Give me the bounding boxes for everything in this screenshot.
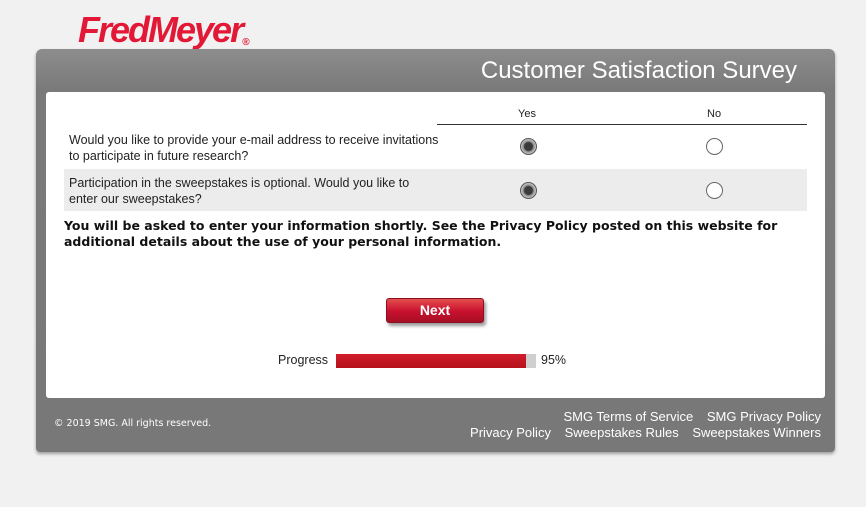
footer-links: SMG Terms of Service SMG Privacy Policy …	[460, 409, 821, 441]
column-divider	[437, 124, 807, 125]
footer-links-row-1: SMG Terms of Service SMG Privacy Policy	[460, 409, 821, 425]
survey-card: Customer Satisfaction Survey Yes No Woul…	[36, 49, 835, 452]
link-smg-privacy[interactable]: SMG Privacy Policy	[707, 409, 821, 424]
link-smg-terms[interactable]: SMG Terms of Service	[563, 409, 693, 424]
fredmeyer-logo: FredMeyer®	[78, 12, 249, 48]
next-button[interactable]: Next	[386, 298, 484, 323]
question-row-sweepstakes: Participation in the sweepstakes is opti…	[64, 169, 807, 211]
copyright-text: © 2019 SMG. All rights reserved.	[54, 418, 212, 429]
question-text: Would you like to provide your e-mail ad…	[69, 133, 439, 163]
progress-label: Progress	[278, 353, 329, 367]
link-privacy-policy[interactable]: Privacy Policy	[470, 425, 551, 440]
progress-value: 95%	[541, 353, 567, 367]
privacy-notice: You will be asked to enter your informat…	[64, 218, 778, 249]
radio-email-yes[interactable]	[520, 138, 537, 155]
logo-text: FredMeyer	[78, 9, 244, 50]
progress-bar	[336, 354, 536, 368]
progress-bar-fill	[336, 354, 526, 368]
link-sweepstakes-rules[interactable]: Sweepstakes Rules	[565, 425, 679, 440]
radio-email-no[interactable]	[706, 138, 723, 155]
page-title: Customer Satisfaction Survey	[480, 57, 797, 84]
registered-mark: ®	[242, 37, 250, 48]
question-row-email: Would you like to provide your e-mail ad…	[64, 126, 807, 168]
column-header-no: No	[707, 108, 722, 120]
radio-sweepstakes-no[interactable]	[706, 182, 723, 199]
footer-links-row-2: Privacy Policy Sweepstakes Rules Sweepst…	[460, 425, 821, 441]
question-text: Participation in the sweepstakes is opti…	[69, 176, 410, 206]
survey-panel: Yes No Would you like to provide your e-…	[46, 92, 825, 398]
column-header-yes: Yes	[518, 108, 536, 120]
radio-sweepstakes-yes[interactable]	[520, 182, 537, 199]
link-sweepstakes-winners[interactable]: Sweepstakes Winners	[692, 425, 821, 440]
